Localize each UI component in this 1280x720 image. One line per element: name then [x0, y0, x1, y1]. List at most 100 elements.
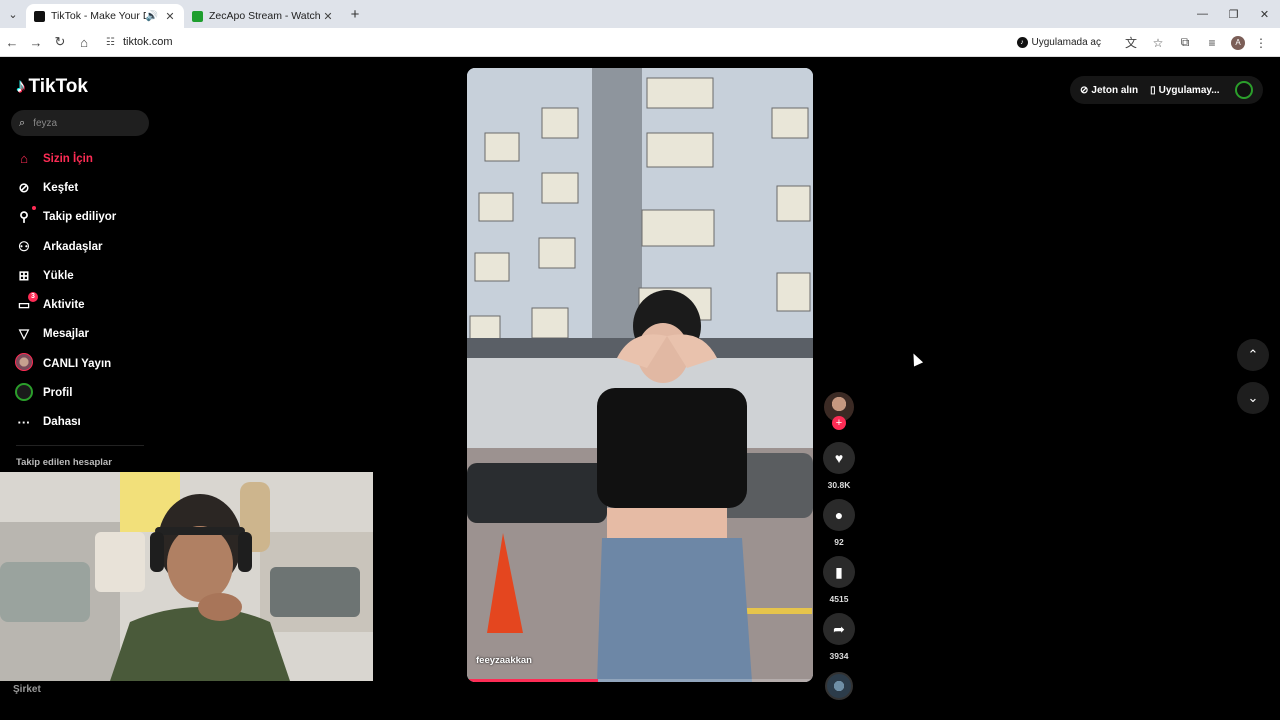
- sidebar-item-label: Mesajlar: [43, 328, 90, 341]
- home-icon: ⌂: [20, 151, 28, 167]
- sidebar-divider: [16, 445, 144, 446]
- tab-zecapo[interactable]: ZecApo Stream - Watch Live on ✕: [184, 4, 342, 28]
- reload-icon[interactable]: ↻: [48, 34, 72, 50]
- sidebar-nav: ⌂ Sizin İçin ⊘ Keşfet ⚲ Takip ediliyor ⚇…: [14, 144, 116, 437]
- webcam-image: [0, 472, 373, 681]
- sidebar-item-label: Arkadaşlar: [43, 240, 103, 253]
- sidebar-item-label: Takip ediliyor: [43, 211, 117, 224]
- sidebar-item-explore[interactable]: ⊘ Keşfet: [14, 173, 116, 202]
- video-progress-fill: [467, 679, 599, 682]
- following-icon: ⚲: [14, 206, 36, 225]
- sidebar-item-label: Aktivite: [43, 299, 85, 312]
- close-tab-icon[interactable]: ✕: [322, 10, 334, 23]
- sidebar-item-profile[interactable]: Profil: [14, 378, 116, 407]
- follow-plus-icon[interactable]: +: [832, 416, 846, 430]
- video-frame: [467, 68, 813, 682]
- extensions-icon[interactable]: ⧉: [1174, 35, 1196, 50]
- sidebar-item-upload[interactable]: ⊞ Yükle: [14, 261, 116, 290]
- bookmark-icon: ▮: [835, 563, 843, 580]
- comment-icon: ●: [834, 507, 844, 523]
- translate-icon[interactable]: 文: [1120, 34, 1142, 51]
- address-bar: ← → ↻ ⌂ ☷ tiktok.com ♪ Uygulamada aç 文 ☆…: [0, 28, 1280, 57]
- speaker-icon[interactable]: 🔊: [146, 11, 158, 22]
- chevron-up-icon: ⌃: [1247, 347, 1259, 362]
- sidebar-item-label: Keşfet: [43, 181, 79, 194]
- browser-menu-icon[interactable]: ⋮: [1250, 36, 1272, 50]
- window-controls: — ❐ ✕: [1187, 0, 1280, 28]
- close-window-icon[interactable]: ✕: [1249, 8, 1280, 21]
- search-input[interactable]: [33, 117, 130, 129]
- back-icon[interactable]: ←: [0, 35, 24, 50]
- account-avatar[interactable]: [1235, 81, 1253, 99]
- compass-icon: ⊘: [18, 179, 30, 195]
- share-count: 3934: [829, 651, 849, 661]
- mouse-cursor: [908, 351, 924, 367]
- bookmark-star-icon[interactable]: ☆: [1147, 36, 1169, 50]
- top-right-actions: ⊘ Jeton alın ▯ Uygulamay...: [1070, 76, 1263, 104]
- sidebar-item-activity[interactable]: ▭ 3 Aktivite: [14, 290, 116, 319]
- sidebar-item-messages[interactable]: ▽ Mesajlar: [14, 320, 116, 349]
- music-disc-icon[interactable]: [825, 672, 853, 700]
- profile-avatar[interactable]: A: [1231, 35, 1245, 50]
- messages-icon: ▽: [19, 326, 29, 342]
- get-coins-button[interactable]: Jeton alın: [1091, 85, 1138, 96]
- video-player[interactable]: feeyzaakkan: [467, 68, 813, 682]
- tiktok-logo[interactable]: ♪ TikTok: [16, 76, 88, 98]
- browser-tab-bar: ⌄ TikTok - Make Your Day 🔊 ✕ ZecApo Stre…: [0, 0, 1280, 28]
- like-button[interactable]: ♥: [823, 442, 855, 474]
- url-field[interactable]: ☷ tiktok.com: [106, 36, 172, 48]
- sidebar-item-label: Sizin İçin: [43, 152, 93, 165]
- new-tab-button[interactable]: +: [342, 6, 368, 23]
- video-author[interactable]: feeyzaakkan: [476, 655, 532, 666]
- minimize-icon[interactable]: —: [1187, 8, 1218, 20]
- open-in-app-button[interactable]: ♪ Uygulamada aç: [1016, 37, 1101, 48]
- save-button[interactable]: ▮: [823, 556, 855, 588]
- search-icon[interactable]: ⌕: [19, 117, 25, 130]
- tiktok-app-icon: ♪: [1016, 37, 1028, 48]
- live-avatar-icon: [14, 353, 34, 374]
- next-video-button[interactable]: ⌄: [1237, 382, 1269, 414]
- forward-icon[interactable]: →: [24, 35, 48, 50]
- more-icon: ···: [17, 414, 31, 430]
- video-actions: + ♥ 30.8K ● 92 ▮ 4515 ➦ 3934: [822, 392, 856, 700]
- comment-button[interactable]: ●: [823, 499, 855, 531]
- coin-icon: ⊘: [1080, 84, 1089, 96]
- sidebar-item-friends[interactable]: ⚇ Arkadaşlar: [14, 232, 116, 261]
- tab-title: TikTok - Make Your Day: [51, 10, 146, 22]
- tab-tiktok[interactable]: TikTok - Make Your Day 🔊 ✕: [26, 4, 184, 28]
- share-button[interactable]: ➦: [823, 613, 855, 645]
- new-dot: [32, 206, 36, 211]
- url-text: tiktok.com: [122, 36, 173, 48]
- home-icon[interactable]: ⌂: [72, 35, 96, 50]
- heart-icon: ♥: [834, 450, 844, 466]
- sidebar-item-more[interactable]: ··· Dahası: [14, 408, 116, 437]
- webcam-overlay: [0, 472, 373, 681]
- creator-avatar[interactable]: +: [824, 392, 854, 430]
- profile-avatar-icon: [14, 382, 34, 404]
- sidebar-item-label: Yükle: [43, 269, 74, 282]
- close-tab-icon[interactable]: ✕: [164, 10, 176, 23]
- share-icon: ➦: [833, 620, 845, 637]
- address-bar-actions: ♪ Uygulamada aç 文 ☆ ⧉ ≡ A ⋮: [1016, 28, 1272, 57]
- company-link[interactable]: Şirket: [13, 684, 41, 695]
- like-count: 30.8K: [827, 480, 851, 490]
- sidebar-item-label: CANLI Yayın: [43, 357, 112, 370]
- previous-video-button[interactable]: ⌃: [1237, 339, 1269, 371]
- video-progress-bar[interactable]: [467, 679, 813, 682]
- activity-badge: 3: [28, 292, 38, 303]
- logo-text: TikTok: [28, 76, 88, 97]
- save-count: 4515: [829, 594, 849, 604]
- tiktok-favicon-icon: [34, 10, 45, 22]
- sidebar-item-following[interactable]: ⚲ Takip ediliyor: [14, 203, 116, 232]
- chevron-down-icon: ⌄: [1247, 390, 1259, 405]
- friends-icon: ⚇: [18, 238, 30, 254]
- get-app-button[interactable]: Uygulamay...: [1159, 85, 1220, 96]
- tab-title: ZecApo Stream - Watch Live on: [209, 10, 322, 22]
- activity-icon: ▭ 3: [14, 292, 38, 313]
- sidebar-item-for-you[interactable]: ⌂ Sizin İçin: [14, 144, 116, 173]
- site-info-icon[interactable]: ☷: [106, 37, 115, 48]
- media-controls-icon[interactable]: ≡: [1201, 36, 1223, 50]
- restore-icon[interactable]: ❐: [1218, 8, 1249, 21]
- sidebar-item-live[interactable]: CANLI Yayın: [14, 349, 116, 378]
- tab-search-chevron-icon[interactable]: ⌄: [0, 0, 26, 28]
